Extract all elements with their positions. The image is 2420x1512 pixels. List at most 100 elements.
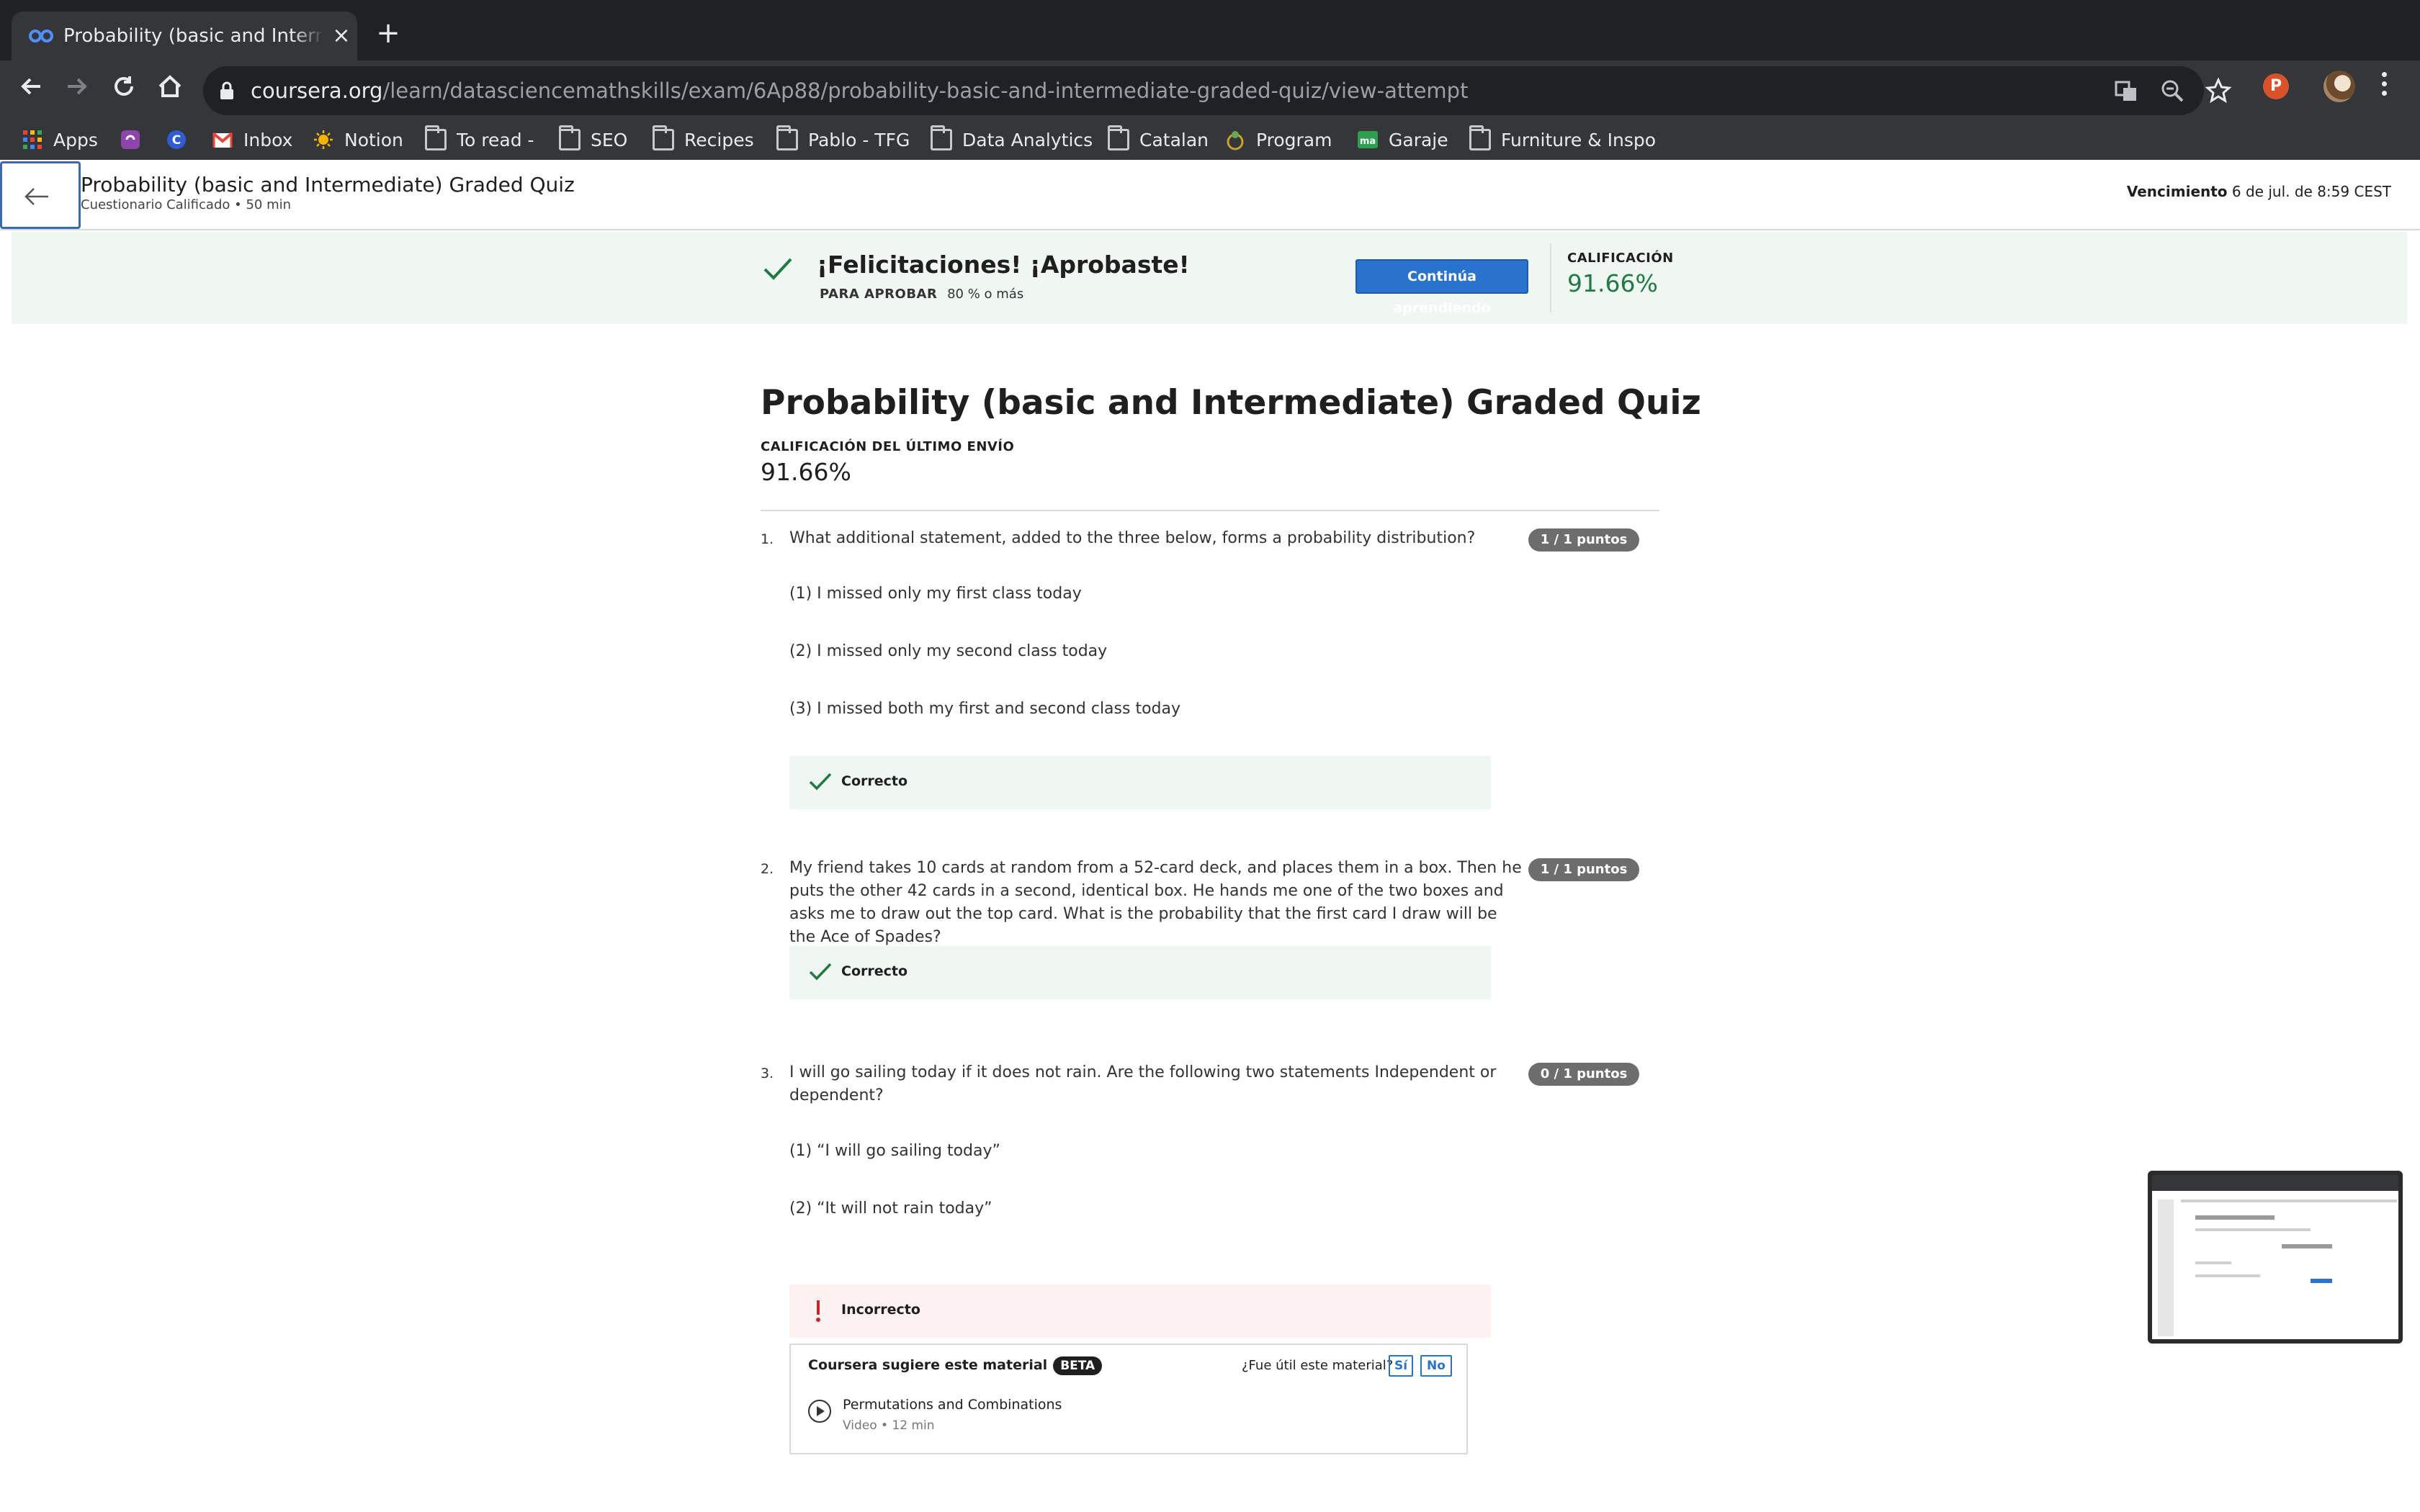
question-text: What additional statement, added to the … [789, 529, 1476, 547]
close-tab-icon[interactable]: × [328, 23, 354, 49]
browser-tab-strip: Probability (basic and Intermediate) Gra… [0, 0, 2420, 60]
bookmark-label: Furniture & Inspo [1501, 129, 1657, 150]
pass-value: 80 % o más [947, 287, 1024, 302]
folder-icon [776, 125, 798, 150]
bookmark-catalan[interactable]: Catalan [1108, 124, 1209, 156]
beta-badge: BETA [1053, 1356, 1103, 1375]
coursera-page: Probability (basic and Intermediate) Gra… [0, 160, 2420, 1512]
helpful-yes-button[interactable]: Sí [1389, 1355, 1413, 1377]
suggested-video-meta: Video • 12 min [843, 1418, 935, 1433]
points-badge: 1 / 1 puntos [1528, 858, 1639, 881]
play-icon[interactable] [807, 1398, 833, 1424]
folder-icon [931, 125, 952, 150]
result-banner: ¡Felicitaciones! ¡Aprobaste! PARA APROBA… [12, 232, 2407, 324]
bookmark-notion[interactable]: Notion [313, 124, 403, 156]
browser-menu-icon[interactable] [2377, 72, 2391, 101]
check-icon [809, 773, 832, 791]
question-number: 2. [761, 861, 774, 877]
question-option: (2) “It will not rain today” [789, 1200, 992, 1218]
bookmark-data-analytics[interactable]: Data Analytics [931, 124, 1093, 156]
feedback-label: Correcto [841, 963, 908, 979]
continue-learning-button[interactable]: Continúa aprendiendo [1355, 259, 1528, 316]
apps-grid-icon [23, 130, 42, 149]
helpful-no-button[interactable]: No [1420, 1355, 1452, 1377]
star-bookmark-icon[interactable] [2204, 76, 2233, 105]
divider [761, 510, 1659, 511]
bookmark-furniture[interactable]: Furniture & Inspo [1469, 124, 1656, 156]
course-subtitle: Cuestionario Calificado • 50 min [81, 197, 292, 212]
question-number: 1. [761, 531, 774, 547]
last-submission-label: CALIFICACIÓN DEL ÚLTIMO ENVÍO [761, 439, 1015, 454]
home-icon[interactable] [154, 71, 186, 102]
bookmark-seo[interactable]: SEO [559, 124, 627, 156]
translate-icon[interactable] [2112, 76, 2141, 105]
helpful-question: ¿Fue útil este material? [1242, 1358, 1394, 1373]
bookmark-recipes[interactable]: Recipes [653, 124, 754, 156]
screenshot-thumbnail[interactable] [2148, 1171, 2403, 1344]
reload-icon[interactable] [108, 71, 140, 102]
points-badge: 0 / 1 puntos [1528, 1063, 1639, 1086]
thumbnail-line [2195, 1274, 2260, 1277]
due-label: Vencimiento [2126, 183, 2228, 200]
question-number: 3. [761, 1066, 774, 1081]
bookmark-c[interactable]: C [166, 124, 197, 156]
folder-icon [1469, 125, 1491, 150]
folder-icon [653, 125, 674, 150]
bookmark-c-icon: C [167, 130, 186, 149]
quiz-title: Probability (basic and Intermediate) Gra… [761, 383, 1701, 423]
exclamation-icon [816, 1300, 820, 1322]
folder-icon [425, 125, 447, 150]
back-arrow-icon[interactable] [16, 71, 48, 102]
bookmark-extension[interactable] [120, 124, 151, 156]
arrow-left-icon [24, 188, 48, 205]
bookmark-label: Program [1256, 129, 1332, 150]
bookmark-inbox[interactable]: Inbox [212, 124, 292, 156]
bookmark-label: Pablo - TFG [808, 129, 910, 150]
back-button[interactable] [0, 161, 81, 229]
course-title: Probability (basic and Intermediate) Gra… [81, 173, 575, 197]
last-submission-grade: 91.66% [761, 458, 851, 486]
program-icon [1227, 131, 1244, 150]
due-value: 6 de jul. de 8:59 CEST [2231, 183, 2391, 200]
avatar[interactable] [2323, 71, 2355, 102]
pass-label: PARA APROBAR [820, 287, 938, 302]
course-header: Probability (basic and Intermediate) Gra… [0, 160, 2420, 230]
question-option: (2) I missed only my second class today [789, 642, 1108, 660]
bookmark-to-read[interactable]: To read - [425, 124, 534, 156]
question-option: (3) I missed both my first and second cl… [789, 700, 1181, 718]
suggestion-title: Coursera sugiere este material BETA [808, 1356, 1103, 1375]
tab-title: Probability (basic and Intermediate) Gra… [63, 25, 321, 47]
browser-tab[interactable]: Probability (basic and Intermediate) Gra… [12, 12, 357, 60]
thumbnail-sidebar [2158, 1200, 2174, 1336]
tab-title-fade [292, 19, 324, 53]
check-icon [763, 258, 792, 280]
question-option: (1) I missed only my first class today [789, 585, 1082, 603]
question-text: My friend takes 10 cards at random from … [789, 859, 1522, 946]
bookmark-garaje[interactable]: ma Garaje [1357, 124, 1448, 156]
sun-icon [314, 130, 333, 149]
folder-icon [1108, 125, 1129, 150]
bookmark-apps[interactable]: Apps [22, 124, 98, 156]
bookmark-label: SEO [591, 129, 628, 150]
extension-icon [121, 130, 140, 149]
thumbnail-line [2195, 1228, 2311, 1231]
extension-p-icon[interactable]: P [2263, 73, 2289, 99]
bookmark-program[interactable]: Program [1224, 124, 1332, 156]
bookmark-label: To read - [457, 129, 534, 150]
banner-title: ¡Felicitaciones! ¡Aprobaste! [817, 251, 1190, 279]
thumbnail-line [2195, 1261, 2231, 1264]
coursera-favicon-icon [29, 30, 53, 42]
bookmark-pablo-tfg[interactable]: Pablo - TFG [776, 124, 910, 156]
feedback-correct: Correcto [789, 756, 1491, 809]
banner-divider [1550, 243, 1551, 312]
forward-arrow-icon[interactable] [60, 71, 92, 102]
thumbnail-toolbar [2152, 1175, 2398, 1191]
zoom-icon[interactable] [2158, 76, 2187, 105]
address-bar[interactable]: coursera.org/learn/datasciencemathskills… [203, 66, 2232, 115]
svg-text:ma: ma [1360, 136, 1376, 147]
suggested-video-title[interactable]: Permutations and Combinations [843, 1397, 1062, 1413]
bookmark-label: Recipes [684, 129, 754, 150]
due-date: Vencimiento 6 de jul. de 8:59 CEST [2127, 183, 2391, 200]
url-host: coursera.org [251, 78, 383, 103]
new-tab-icon[interactable]: + [373, 19, 403, 49]
